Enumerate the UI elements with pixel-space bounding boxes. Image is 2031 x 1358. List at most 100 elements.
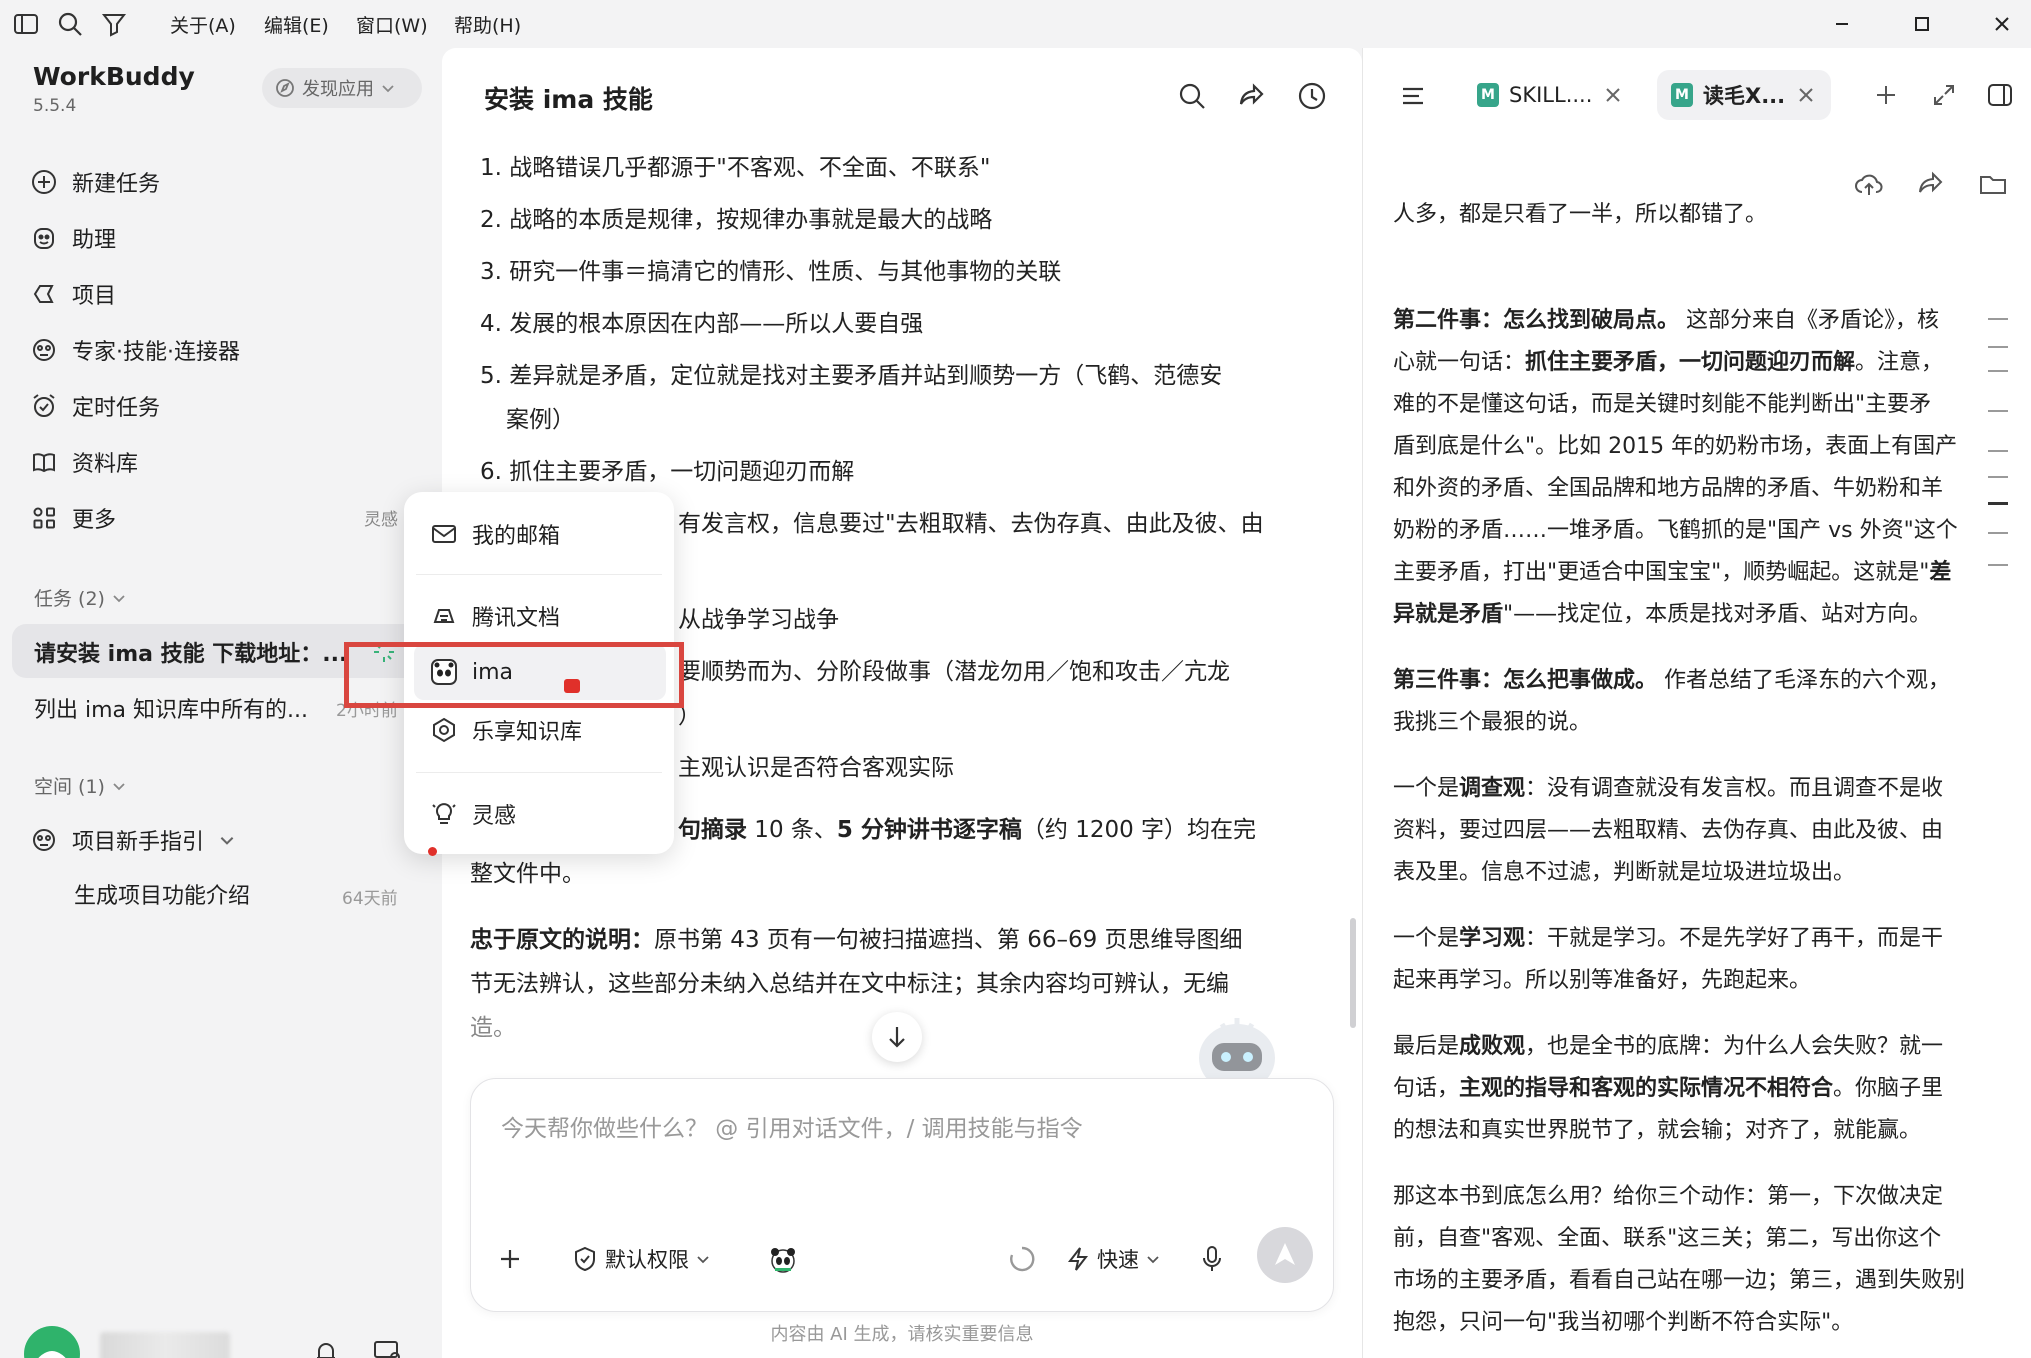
device-icon[interactable] — [372, 1338, 402, 1358]
document-text: 资料，要过四层——去粗取精、去伪存真、由此及彼、由 — [1393, 818, 1944, 843]
microphone-button[interactable] — [1199, 1244, 1225, 1274]
message-line: 5. 差异就是矛盾，定位就是找对主要矛盾并站到顺势一方（飞鹤、范德安 — [480, 363, 1223, 389]
panel-toggle-icon[interactable] — [1985, 80, 2015, 110]
bell-icon[interactable] — [312, 1338, 340, 1358]
add-attachment-button[interactable] — [495, 1244, 525, 1274]
search-icon[interactable] — [56, 10, 84, 38]
document-text: 。你脑子里 — [1833, 1076, 1944, 1101]
menu-window[interactable]: 窗口(W) — [356, 11, 428, 38]
upload-cloud-icon[interactable] — [1853, 168, 1885, 200]
nav-expert[interactable]: 专家·技能·连接器 — [30, 330, 240, 370]
space-item[interactable]: 项目新手指引 — [30, 820, 236, 860]
popup-item-label: 乐享知识库 — [472, 720, 583, 745]
outline-marker[interactable] — [1988, 318, 2008, 320]
document-text: ：没有调查就没有发言权。而且调查不是收 — [1525, 776, 1944, 801]
title-bar: 关于(A) 编辑(E) 窗口(W) 帮助(H) — [0, 0, 2031, 48]
discover-apps-button[interactable]: 发现应用 — [262, 68, 422, 108]
outline-menu-icon[interactable] — [1397, 80, 1429, 112]
message-line: 3. 研究一件事＝搞清它的情形、性质、与其他事物的关联 — [480, 259, 1062, 285]
document-line: 前，自查"客观、全面、联系"这三关；第二，写出你这个 — [1393, 1220, 1941, 1252]
nav-library-label: 资料库 — [72, 452, 139, 477]
spinner-icon — [1010, 1246, 1035, 1272]
tab-book-notes[interactable]: M 读毛X... — [1657, 70, 1832, 120]
popup-item-mail[interactable]: 我的邮箱 — [430, 514, 560, 554]
share-icon[interactable] — [1236, 80, 1268, 112]
nav-more[interactable]: 更多 — [30, 498, 116, 538]
outline-marker[interactable] — [1988, 476, 2008, 478]
share-icon[interactable] — [1915, 168, 1947, 200]
permission-select[interactable]: 默认权限 — [571, 1244, 711, 1274]
document-text: 心就一句话： — [1393, 350, 1526, 375]
mail-icon — [432, 525, 456, 543]
close-icon[interactable] — [1986, 8, 2018, 40]
outline-marker[interactable] — [1988, 564, 2008, 566]
nav-library[interactable]: 资料库 — [30, 442, 138, 482]
new-tab-icon[interactable] — [1871, 80, 1901, 110]
task-item-title[interactable]: 请安装 ima 技能 下载地址：... — [34, 636, 344, 668]
document-text: ：干就是学习。不是先学好了再干，而是干 — [1525, 926, 1944, 951]
outline-marker-active[interactable] — [1988, 502, 2008, 505]
task-item-title[interactable]: 列出 ima 知识库中所有的... — [34, 692, 334, 724]
chat-input-box: 今天帮你做些什么？ @ 引用对话文件，/ 调用技能与指令 默认权限 快速 — [470, 1078, 1334, 1312]
outline-marker[interactable] — [1988, 346, 2008, 348]
tencent-docs-icon — [433, 609, 455, 623]
menu-edit[interactable]: 编辑(E) — [264, 11, 329, 38]
outline-marker[interactable] — [1988, 370, 2008, 372]
filter-icon[interactable] — [100, 10, 128, 38]
document-text: 最后是 — [1393, 1034, 1460, 1059]
speed-select[interactable]: 快速 — [1065, 1244, 1161, 1274]
space-section-title[interactable]: 空间 (1) — [34, 772, 127, 799]
expand-icon[interactable] — [1929, 80, 1959, 110]
space-item-label: 项目新手指引 — [72, 830, 205, 855]
book-icon — [33, 453, 55, 473]
chevron-down-icon — [113, 594, 125, 602]
document-line: 最后是成败观，也是全书的底牌：为什么人会失败？就一 — [1393, 1028, 1943, 1060]
folder-icon[interactable] — [1977, 168, 2009, 200]
message-line: 4. 发展的根本原因在内部——所以人要自强 — [480, 311, 924, 337]
popup-item-lexiang[interactable]: 乐享知识库 — [430, 710, 582, 750]
outline-marker[interactable] — [1988, 532, 2008, 534]
ima-skill-button[interactable] — [767, 1244, 799, 1276]
tasks-section-label: 任务 (2) — [34, 588, 105, 610]
menu-about[interactable]: 关于(A) — [170, 11, 236, 38]
space-sub-item[interactable]: 生成项目功能介绍 — [74, 878, 250, 910]
nav-project[interactable]: 项目 — [30, 274, 116, 314]
outline-marker[interactable] — [1988, 450, 2008, 452]
minimize-icon[interactable] — [1826, 8, 1858, 40]
menu-help[interactable]: 帮助(H) — [454, 11, 521, 38]
nav-assistant[interactable]: 助理 — [30, 218, 116, 258]
summary-text: （约 1200 字）均在完 — [1021, 817, 1257, 843]
chevron-down-icon — [697, 1256, 709, 1264]
popup-item-tencent-docs[interactable]: 腾讯文档 — [430, 596, 560, 636]
chat-input[interactable]: 今天帮你做些什么？ @ 引用对话文件，/ 调用技能与指令 — [501, 1109, 1083, 1143]
sidebar-toggle-icon[interactable] — [12, 10, 40, 38]
document-line: 和外资的矛盾、全国品牌和地方品牌的矛盾、牛奶粉和羊 — [1393, 470, 1943, 502]
scroll-to-bottom-button[interactable] — [872, 1012, 922, 1062]
search-icon[interactable] — [1176, 80, 1208, 112]
avatar[interactable] — [24, 1326, 80, 1358]
plus-icon — [501, 1250, 519, 1268]
history-icon[interactable] — [1296, 80, 1328, 112]
chat-title: 安装 ima 技能 — [484, 85, 653, 114]
tab-skill[interactable]: M SKILL.... — [1463, 70, 1638, 120]
tasks-section-title[interactable]: 任务 (2) — [34, 584, 127, 611]
tab-close-icon[interactable] — [1602, 84, 1624, 106]
nav-new-task[interactable]: 新建任务 — [30, 162, 160, 202]
lexiang-icon — [433, 717, 455, 743]
document-line: 一个是学习观：干就是学习。不是先学好了再干，而是干 — [1393, 920, 1943, 952]
scrollbar[interactable] — [1350, 918, 1356, 1028]
document-text: 那这本书到底怎么用？给你三个动作：第一，下次做决定 — [1393, 1184, 1944, 1209]
document-text: 起来再学习。所以别等准备好，先跑起来。 — [1393, 968, 1812, 993]
send-button[interactable] — [1257, 1227, 1313, 1283]
summary-line: 整文件中。 — [470, 861, 585, 887]
document-bold-text: 第二件事：怎么找到破局点。 — [1393, 308, 1680, 333]
popup-item-inspiration[interactable]: 灵感 — [430, 794, 516, 834]
document-text: 我挑三个最狠的说。 — [1393, 710, 1592, 735]
nav-scheduled[interactable]: 定时任务 — [30, 386, 160, 426]
bulb-icon — [432, 803, 456, 824]
outline-marker[interactable] — [1988, 410, 2008, 412]
tab-close-icon[interactable] — [1795, 84, 1817, 106]
maximize-icon[interactable] — [1906, 8, 1938, 40]
popup-item-label: 腾讯文档 — [472, 606, 561, 631]
chevron-down-icon[interactable] — [218, 831, 236, 849]
